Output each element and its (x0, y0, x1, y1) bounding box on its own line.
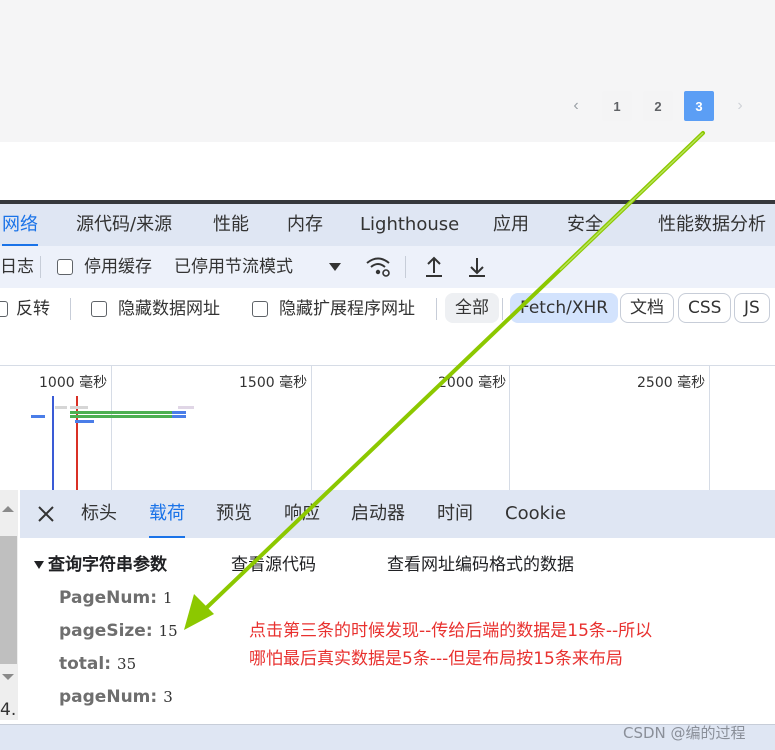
request-bar (172, 415, 186, 418)
network-conditions-icon[interactable] (364, 246, 392, 288)
param-row: pageNum: 3 (59, 687, 173, 707)
tab-timing[interactable]: 时间 (437, 490, 473, 538)
timeline-tick-label: 2500 毫秒 (637, 375, 706, 391)
param-value: 3 (163, 688, 173, 706)
dom-content-loaded-marker (52, 396, 54, 491)
invert-label: 反转 (16, 299, 50, 319)
param-value: 15 (158, 622, 178, 640)
invert-checkbox[interactable] (0, 301, 8, 317)
request-bar (70, 406, 88, 409)
scroll-down-icon[interactable] (2, 674, 14, 680)
request-bar (178, 406, 194, 409)
hide-data-urls-label: 隐藏数据网址 (118, 299, 220, 319)
view-url-encoded-link[interactable]: 查看网址编码格式的数据 (387, 550, 574, 575)
filter-css-chip[interactable]: CSS (678, 293, 732, 323)
tab-initiator[interactable]: 启动器 (351, 490, 405, 538)
query-params-header[interactable]: 查询字符串参数 (34, 550, 167, 575)
disable-cache-label: 停用缓存 (84, 257, 152, 277)
next-page-button[interactable]: › (725, 91, 755, 121)
page-3-button[interactable]: 3 (684, 91, 714, 121)
dropdown-arrow-icon[interactable] (328, 246, 342, 288)
tab-sources[interactable]: 源代码/来源 (76, 204, 172, 246)
filter-divider (70, 298, 71, 320)
preserve-log-label[interactable]: 日志 (0, 246, 34, 288)
close-icon[interactable] (36, 504, 56, 524)
tab-memory[interactable]: 内存 (287, 204, 323, 246)
chevron-right-icon: › (737, 97, 743, 114)
tab-network[interactable]: 网络 (2, 204, 38, 246)
filter-js-chip[interactable]: JS (734, 293, 770, 323)
request-bar (55, 406, 67, 409)
param-key: pageSize: (59, 621, 153, 641)
request-bar (75, 420, 94, 423)
tab-performance-insights[interactable]: 性能数据分析 (658, 204, 766, 246)
request-bar (70, 415, 172, 418)
timeline-gridline (311, 366, 312, 491)
disable-cache-checkbox[interactable] (57, 259, 73, 275)
param-key: PageNum: (59, 588, 158, 608)
timeline-gridline (111, 366, 112, 491)
tab-security[interactable]: 安全 (567, 204, 603, 246)
timeline-tick-label: 1000 毫秒 (39, 375, 108, 391)
filter-bar: 反转 隐藏数据网址 隐藏扩展程序网址 全部 Fetch/XHR 文档 CSS J… (0, 288, 775, 330)
devtools-tabbar: 网络 源代码/来源 性能 内存 Lighthouse 应用 安全 性能数据分析 (0, 204, 775, 246)
page-content-area: ‹ 1 2 3 › (0, 0, 775, 142)
view-source-link[interactable]: 查看源代码 (231, 550, 316, 575)
annotation-line-2: 哪怕最后真实数据是5条---但是布局按15条来布局 (249, 649, 623, 669)
filter-divider (502, 298, 503, 320)
toolbar-divider (405, 256, 406, 278)
chevron-left-icon: ‹ (573, 97, 579, 114)
hide-extension-urls-label: 隐藏扩展程序网址 (279, 299, 415, 319)
timeline-gridline (709, 366, 710, 491)
param-value: 35 (117, 655, 137, 673)
request-bar (31, 415, 45, 418)
param-value: 1 (163, 589, 173, 607)
request-bar (172, 411, 186, 414)
hide-data-urls-checkbox[interactable] (91, 301, 107, 317)
prev-page-button[interactable]: ‹ (561, 91, 591, 121)
timeline-tick-label: 1500 毫秒 (239, 375, 308, 391)
filter-doc-chip[interactable]: 文档 (620, 293, 674, 323)
filter-divider (436, 298, 437, 320)
scrollbar-thumb[interactable] (0, 536, 17, 664)
download-icon[interactable] (466, 246, 488, 288)
tab-cookie[interactable]: Cookie (505, 490, 566, 538)
request-list-scrollbar[interactable] (0, 490, 18, 720)
annotation-note: 点击第三条的时候发现--传给后端的数据是15条--所以 哪怕最后真实数据是5条-… (249, 617, 769, 673)
query-params-title: 查询字符串参数 (48, 555, 167, 575)
tab-response[interactable]: 响应 (284, 490, 320, 538)
request-list-row-number: 4. (0, 700, 17, 720)
tab-performance[interactable]: 性能 (213, 204, 249, 246)
upload-icon[interactable] (423, 246, 445, 288)
network-toolbar: 日志 停用缓存 已停用节流模式 (0, 246, 775, 288)
filter-fetch-xhr-chip[interactable]: Fetch/XHR (510, 293, 619, 323)
annotation-line-1: 点击第三条的时候发现--传给后端的数据是15条--所以 (249, 621, 653, 641)
network-timeline-overview[interactable]: 1000 毫秒 1500 毫秒 2000 毫秒 2500 毫秒 (0, 365, 775, 491)
request-bar (70, 411, 172, 414)
param-row: pageSize: 15 (59, 621, 178, 641)
pagination: ‹ 1 2 3 › (561, 91, 766, 121)
page-1-button[interactable]: 1 (602, 91, 632, 121)
details-tabbar: 标头 载荷 预览 响应 启动器 时间 Cookie (20, 490, 775, 538)
throttling-select[interactable]: 已停用节流模式 (174, 246, 293, 288)
page-2-button[interactable]: 2 (643, 91, 673, 121)
scroll-up-icon[interactable] (2, 506, 14, 512)
timeline-gridline (509, 366, 510, 491)
param-row: total: 35 (59, 654, 136, 674)
tab-payload[interactable]: 载荷 (149, 490, 185, 538)
param-row: PageNum: 1 (59, 588, 173, 608)
filter-all-chip[interactable]: 全部 (445, 293, 499, 323)
tab-application[interactable]: 应用 (493, 204, 529, 246)
tab-lighthouse[interactable]: Lighthouse (360, 204, 459, 246)
toolbar-divider (40, 256, 41, 278)
watermark: CSDN @编的过程 (623, 724, 746, 742)
expand-triangle-icon[interactable] (34, 561, 44, 569)
timeline-tick-label: 2000 毫秒 (438, 375, 507, 391)
hide-extension-urls-checkbox[interactable] (252, 301, 268, 317)
param-key: pageNum: (59, 687, 158, 707)
tab-headers[interactable]: 标头 (81, 490, 117, 538)
param-key: total: (59, 654, 112, 674)
tab-preview[interactable]: 预览 (216, 490, 252, 538)
